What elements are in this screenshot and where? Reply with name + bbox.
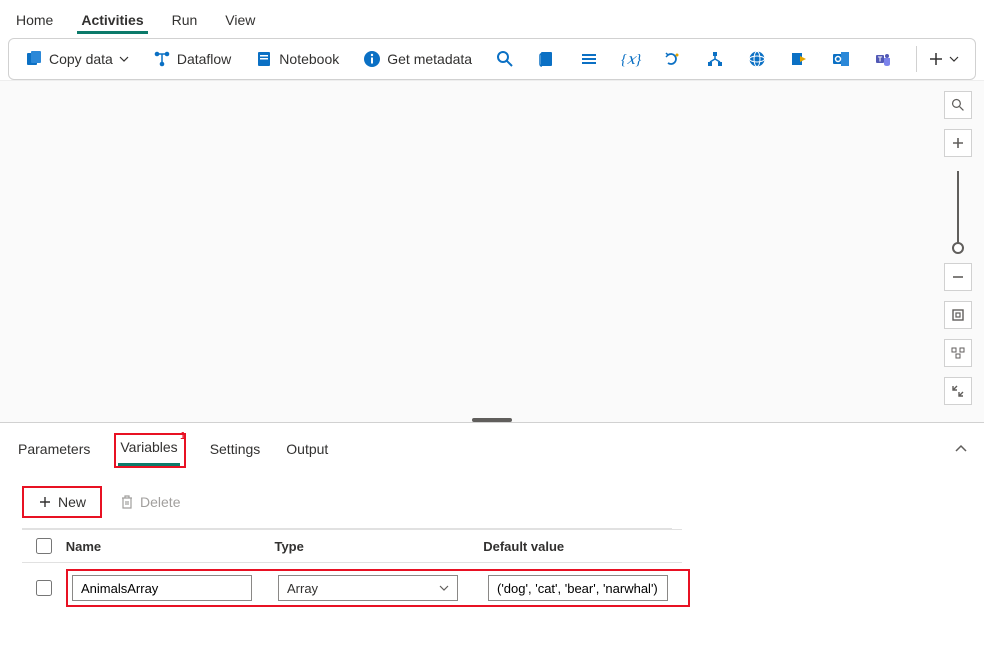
tab-run[interactable]: Run (168, 8, 202, 34)
set-variable-button[interactable]: {𝑥} (614, 46, 648, 72)
canvas-search-button[interactable] (944, 91, 972, 119)
search-icon (496, 50, 514, 68)
header-default-value[interactable]: Default value (483, 539, 682, 554)
script-icon (538, 50, 556, 68)
new-variable-button[interactable]: New (28, 490, 96, 514)
callout-variables-tab: Variables 1 (114, 433, 185, 468)
info-icon (363, 50, 381, 68)
pipeline-canvas[interactable] (0, 80, 984, 422)
zoom-slider-thumb[interactable] (952, 242, 964, 254)
foreach-icon (664, 50, 682, 68)
tab-output[interactable]: Output (284, 437, 330, 465)
select-all-checkbox[interactable] (36, 538, 52, 554)
copy-data-label: Copy data (49, 51, 113, 67)
list-icon (580, 50, 598, 68)
delete-label: Delete (140, 494, 180, 510)
foreach-button[interactable] (656, 46, 690, 72)
teams-button[interactable]: T (866, 46, 900, 72)
properties-tab-bar: Parameters Variables 1 Settings Output (0, 423, 984, 478)
canvas-controls (944, 91, 972, 405)
copy-data-button[interactable]: Copy data (17, 46, 137, 72)
variable-type-value: Array (287, 581, 318, 596)
chevron-down-icon (949, 54, 959, 64)
svg-text:T: T (878, 57, 883, 64)
variables-table: Name Type Default value Array (0, 529, 984, 613)
variable-type-select[interactable]: Array (278, 575, 458, 601)
delete-variable-button[interactable]: Delete (120, 494, 180, 510)
search-activity-button[interactable] (488, 46, 522, 72)
chevron-down-icon (439, 583, 449, 593)
row-checkbox[interactable] (36, 580, 52, 596)
toolbar-separator (916, 46, 917, 72)
tab-view[interactable]: View (221, 8, 259, 34)
script-button[interactable] (530, 46, 564, 72)
chevron-down-icon (119, 54, 129, 64)
plus-icon (929, 52, 943, 66)
panel-resize-handle[interactable] (472, 418, 512, 422)
zoom-out-button[interactable] (944, 263, 972, 291)
notebook-label: Notebook (279, 51, 339, 67)
variable-name-input[interactable] (72, 575, 252, 601)
zoom-in-button[interactable] (944, 129, 972, 157)
tab-variables[interactable]: Variables (118, 435, 179, 466)
web-button[interactable] (740, 46, 774, 72)
tab-parameters[interactable]: Parameters (16, 437, 92, 465)
dataflow-button[interactable]: Dataflow (145, 46, 239, 72)
fit-to-screen-button[interactable] (944, 301, 972, 329)
tab-home[interactable]: Home (12, 8, 57, 34)
zoom-slider[interactable] (957, 171, 959, 249)
callout-number-1: 1 (180, 431, 186, 442)
callout-new-button: New (22, 486, 102, 518)
minimize-canvas-button[interactable] (944, 377, 972, 405)
notebook-button[interactable]: Notebook (247, 46, 347, 72)
plus-icon (38, 495, 52, 509)
callout-variable-row: Array (66, 569, 690, 607)
invoke-pipeline-button[interactable] (782, 46, 816, 72)
notebook-icon (255, 50, 273, 68)
trash-icon (120, 494, 134, 510)
table-header-row: Name Type Default value (22, 529, 682, 563)
variables-actions: New Delete (0, 478, 984, 526)
top-tab-bar: Home Activities Run View (0, 0, 984, 34)
variable-default-value-input[interactable] (488, 575, 668, 601)
properties-panel: Parameters Variables 1 Settings Output N… (0, 422, 984, 613)
branch-icon (706, 50, 724, 68)
dataflow-label: Dataflow (177, 51, 231, 67)
auto-align-button[interactable] (944, 339, 972, 367)
header-type[interactable]: Type (274, 539, 483, 554)
tab-settings[interactable]: Settings (208, 437, 263, 465)
invoke-icon (790, 50, 808, 68)
variable-icon: {𝑥} (622, 50, 640, 68)
add-activity-button[interactable] (921, 48, 967, 70)
copy-data-icon (25, 50, 43, 68)
stored-procedure-button[interactable] (572, 46, 606, 72)
header-name[interactable]: Name (66, 539, 275, 554)
tab-activities[interactable]: Activities (77, 8, 147, 34)
dataflow-icon (153, 50, 171, 68)
if-condition-button[interactable] (698, 46, 732, 72)
office365-button[interactable] (824, 46, 858, 72)
teams-icon: T (874, 50, 892, 68)
collapse-panel-button[interactable] (954, 442, 968, 459)
outlook-icon (832, 50, 850, 68)
table-row: Array (22, 563, 962, 613)
get-metadata-button[interactable]: Get metadata (355, 46, 480, 72)
get-metadata-label: Get metadata (387, 51, 472, 67)
new-label: New (58, 494, 86, 510)
globe-icon (748, 50, 766, 68)
activity-toolbar: Copy data Dataflow Notebook Get metadata (8, 38, 976, 80)
